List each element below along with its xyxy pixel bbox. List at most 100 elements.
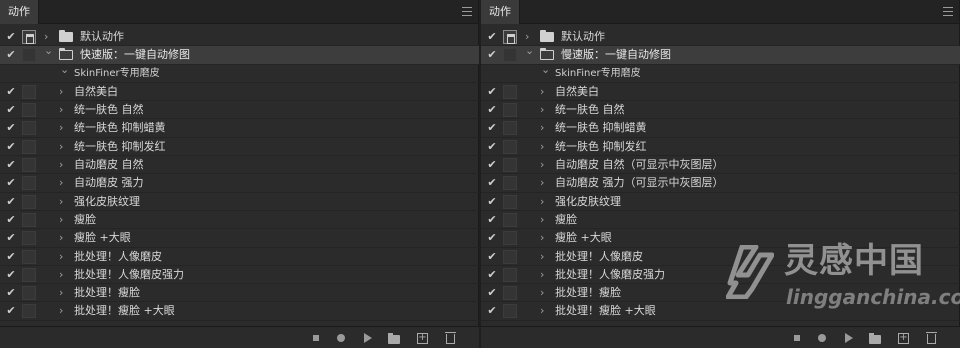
toggle-dialog-icon[interactable] <box>22 212 36 227</box>
action-row[interactable]: ✔ › 批处理！瘦脸 +大眼 <box>0 302 479 321</box>
chevron-right-icon[interactable]: › <box>59 175 63 191</box>
toggle-dialog-icon[interactable] <box>503 30 517 44</box>
toggle-dialog-icon[interactable] <box>22 84 36 99</box>
toggle-dialog-icon[interactable] <box>22 286 36 301</box>
toggle-dialog-icon[interactable] <box>503 267 517 282</box>
action-row[interactable]: ✔ › 自动磨皮 强力 <box>0 174 479 193</box>
chevron-right-icon[interactable]: › <box>59 212 63 228</box>
action-row[interactable]: ✔ › 统一肤色 抑制蜡黄 <box>481 119 960 138</box>
toggle-item-check-icon[interactable]: ✔ <box>4 286 18 300</box>
toggle-item-check-icon[interactable]: ✔ <box>4 213 18 227</box>
toggle-dialog-icon[interactable] <box>22 103 36 118</box>
chevron-down-icon[interactable]: ⌄ <box>60 62 69 78</box>
chevron-right-icon[interactable]: › <box>59 230 63 246</box>
chevron-right-icon[interactable]: › <box>59 194 63 210</box>
toggle-dialog-icon[interactable] <box>503 158 517 173</box>
toggle-dialog-icon[interactable] <box>22 158 36 173</box>
chevron-right-icon[interactable]: › <box>540 139 544 155</box>
toggle-item-check-icon[interactable]: ✔ <box>4 85 18 99</box>
action-row[interactable]: ✔ › 自然美白 <box>481 83 960 102</box>
toggle-item-check-icon[interactable]: ✔ <box>4 250 18 264</box>
toggle-dialog-icon[interactable] <box>503 194 517 209</box>
toggle-dialog-icon[interactable] <box>503 48 517 63</box>
action-row[interactable]: ✔ › 批处理！人像磨皮 <box>481 248 960 266</box>
action-row[interactable]: ✔ › 统一肤色 自然 <box>481 101 960 120</box>
toggle-dialog-icon[interactable] <box>503 176 517 191</box>
chevron-right-icon[interactable]: › <box>59 267 63 283</box>
action-row[interactable]: ✔ › 批处理！人像磨皮强力 <box>0 266 479 285</box>
chevron-right-icon[interactable]: › <box>540 267 544 283</box>
chevron-right-icon[interactable]: › <box>540 102 544 118</box>
action-row[interactable]: ✔ › 统一肤色 抑制发红 <box>481 138 960 157</box>
action-row[interactable]: ✔ › 统一肤色 自然 <box>0 101 479 120</box>
toggle-dialog-icon[interactable] <box>503 103 517 118</box>
action-row[interactable]: ✔ › 瘦脸 <box>0 211 479 230</box>
toggle-item-check-icon[interactable]: ✔ <box>485 195 499 209</box>
action-row[interactable]: ✔ › 统一肤色 抑制发红 <box>0 138 479 157</box>
toggle-item-check-icon[interactable]: ✔ <box>4 48 18 62</box>
new-action-icon[interactable] <box>417 332 428 344</box>
chevron-right-icon[interactable]: › <box>59 139 63 155</box>
toggle-item-check-icon[interactable]: ✔ <box>4 158 18 172</box>
toggle-dialog-icon[interactable] <box>503 121 517 136</box>
chevron-down-icon[interactable]: ⌄ <box>541 62 550 78</box>
action-row[interactable]: ✔ › 批处理！瘦脸 <box>0 284 479 303</box>
toggle-dialog-icon[interactable] <box>503 139 517 154</box>
toggle-item-check-icon[interactable]: ✔ <box>485 48 499 62</box>
toggle-item-check-icon[interactable]: ✔ <box>485 30 499 44</box>
trash-icon[interactable] <box>926 332 937 344</box>
toggle-dialog-icon[interactable] <box>22 30 36 44</box>
toggle-item-check-icon[interactable]: ✔ <box>485 213 499 227</box>
action-row[interactable]: ✔ › 瘦脸 <box>481 211 960 230</box>
action-row[interactable]: ✔ › 自动磨皮 强力（可显示中灰图层） <box>481 174 960 193</box>
chevron-right-icon[interactable]: › <box>540 84 544 100</box>
toggle-item-check-icon[interactable]: ✔ <box>485 304 499 318</box>
toggle-dialog-icon[interactable] <box>22 231 36 246</box>
toggle-item-check-icon[interactable]: ✔ <box>485 231 499 245</box>
action-set-row[interactable]: ✔ › 默认动作 <box>0 28 479 47</box>
tab-actions[interactable]: 动作 <box>481 0 520 24</box>
action-row[interactable]: ✔ › 强化皮肤纹理 <box>0 193 479 211</box>
toggle-dialog-icon[interactable] <box>22 194 36 209</box>
toggle-dialog-icon[interactable] <box>22 176 36 191</box>
toggle-dialog-icon[interactable] <box>22 48 36 63</box>
record-icon[interactable] <box>337 334 345 342</box>
toggle-item-check-icon[interactable]: ✔ <box>4 195 18 209</box>
toggle-item-check-icon[interactable]: ✔ <box>485 140 499 154</box>
chevron-right-icon[interactable]: › <box>59 249 63 265</box>
chevron-right-icon[interactable]: › <box>540 120 544 136</box>
toggle-dialog-icon[interactable] <box>22 249 36 264</box>
action-row[interactable]: ✔ › 瘦脸 +大眼 <box>0 229 479 248</box>
chevron-right-icon[interactable]: › <box>540 157 544 173</box>
action-row-expanded[interactable]: ⌄ SkinFiner专用磨皮 <box>481 62 960 83</box>
action-row[interactable]: ✔ › 自然美白 <box>0 83 479 102</box>
action-row-expanded[interactable]: ⌄ SkinFiner专用磨皮 <box>0 62 479 83</box>
action-row[interactable]: ✔ › 瘦脸 +大眼 <box>481 229 960 248</box>
stop-icon[interactable] <box>794 335 800 341</box>
record-icon[interactable] <box>818 334 826 342</box>
action-row[interactable]: ✔ › 自动磨皮 自然 <box>0 156 479 175</box>
toggle-dialog-icon[interactable] <box>503 84 517 99</box>
action-row[interactable]: ✔ › 批处理！瘦脸 +大眼 <box>481 302 960 321</box>
toggle-item-check-icon[interactable]: ✔ <box>485 103 499 117</box>
new-action-icon[interactable] <box>898 332 909 344</box>
chevron-right-icon[interactable]: › <box>540 303 544 319</box>
chevron-right-icon[interactable]: › <box>59 120 63 136</box>
toggle-dialog-icon[interactable] <box>22 267 36 282</box>
action-row[interactable]: ✔ › 统一肤色 抑制蜡黄 <box>0 119 479 138</box>
toggle-dialog-icon[interactable] <box>22 121 36 136</box>
action-row[interactable]: ✔ › 自动磨皮 自然（可显示中灰图层） <box>481 156 960 175</box>
toggle-item-check-icon[interactable]: ✔ <box>485 85 499 99</box>
chevron-right-icon[interactable]: › <box>540 194 544 210</box>
chevron-down-icon[interactable]: ⌄ <box>525 43 534 59</box>
play-icon[interactable] <box>364 333 372 343</box>
new-set-folder-icon[interactable] <box>869 333 881 344</box>
toggle-item-check-icon[interactable]: ✔ <box>4 304 18 318</box>
toggle-item-check-icon[interactable]: ✔ <box>4 30 18 44</box>
action-row[interactable]: ✔ › 批处理！人像磨皮 <box>0 248 479 266</box>
chevron-right-icon[interactable]: › <box>59 102 63 118</box>
toggle-item-check-icon[interactable]: ✔ <box>4 176 18 190</box>
panel-menu-icon[interactable] <box>462 7 472 16</box>
chevron-right-icon[interactable]: › <box>59 157 63 173</box>
chevron-right-icon[interactable]: › <box>540 230 544 246</box>
